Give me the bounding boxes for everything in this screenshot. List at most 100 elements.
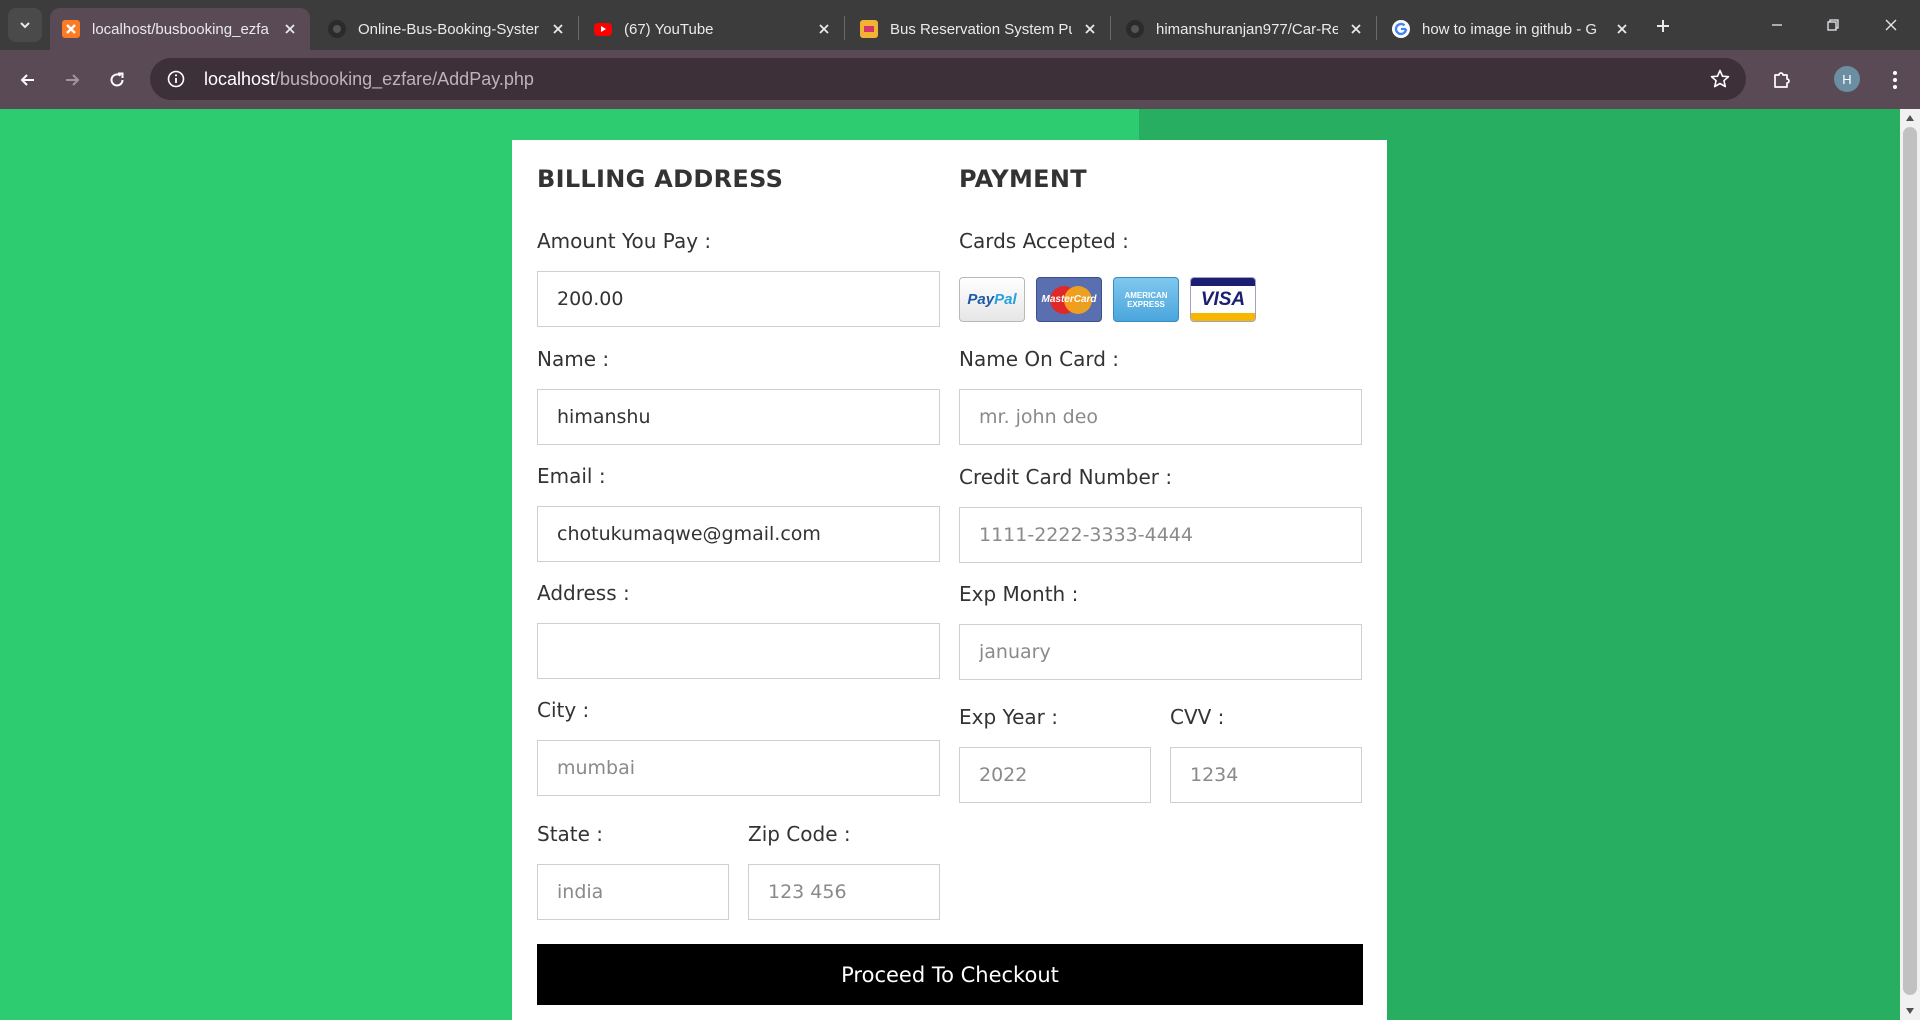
close-icon[interactable] <box>1612 19 1632 39</box>
tab-separator <box>844 16 845 40</box>
tab-search-button[interactable] <box>8 8 42 42</box>
name-label: Name : <box>537 347 610 371</box>
github-icon <box>328 20 346 38</box>
browser-tab-active[interactable]: localhost/busbooking_ezfa <box>50 8 310 50</box>
exp-year-label: Exp Year : <box>959 705 1058 729</box>
exp-month-label: Exp Month : <box>959 582 1079 606</box>
cvv-label: CVV : <box>1170 705 1225 729</box>
forward-button[interactable] <box>56 64 88 96</box>
accepted-cards: Pay Pal MasterCard AMERICAN EXPRESS VISA <box>959 277 1256 322</box>
tab-title: Bus Reservation System Pu <box>890 20 1072 38</box>
tab-separator <box>578 16 579 40</box>
name-input[interactable] <box>537 389 940 445</box>
scrollbar-thumb[interactable] <box>1903 127 1917 995</box>
close-icon[interactable] <box>1346 19 1366 39</box>
kebab-menu-icon <box>1893 71 1897 89</box>
cvv-input[interactable] <box>1170 747 1362 803</box>
url-path: /busbooking_ezfare/AddPay.php <box>275 68 534 89</box>
amex-text-1: AMERICAN <box>1124 290 1168 300</box>
profile-avatar[interactable]: H <box>1834 66 1860 92</box>
browser-tab[interactable]: (67) YouTube <box>582 8 844 50</box>
browser-toolbar: localhost/busbooking_ezfare/AddPay.php H <box>0 50 1920 109</box>
browser-tab[interactable]: Online-Bus-Booking-Syster <box>316 8 578 50</box>
page-viewport: BILLING ADDRESS Amount You Pay : Name : … <box>0 109 1920 1020</box>
tab-separator <box>1376 16 1377 40</box>
youtube-icon <box>594 22 612 36</box>
browser-tab[interactable]: himanshuranjan977/Car-Re <box>1114 8 1376 50</box>
email-input[interactable] <box>537 506 940 562</box>
paypal-text-b: Pal <box>994 291 1017 308</box>
chevron-down-icon <box>20 22 30 29</box>
email-label: Email : <box>537 464 606 488</box>
close-icon[interactable] <box>814 19 834 39</box>
restore-icon <box>1827 19 1839 31</box>
card-number-input[interactable] <box>959 507 1362 563</box>
payment-form-card: BILLING ADDRESS Amount You Pay : Name : … <box>512 140 1387 1020</box>
browser-menu-button[interactable] <box>1880 64 1910 96</box>
exp-year-input[interactable] <box>959 747 1151 803</box>
minimize-icon <box>1772 24 1782 26</box>
state-input[interactable] <box>537 864 729 920</box>
site-info-icon[interactable] <box>156 59 196 99</box>
address-input[interactable] <box>537 623 940 679</box>
name-on-card-input[interactable] <box>959 389 1362 445</box>
visa-icon: VISA <box>1190 277 1256 322</box>
address-bar[interactable]: localhost/busbooking_ezfare/AddPay.php <box>150 58 1746 100</box>
reload-icon <box>110 72 124 87</box>
amount-input[interactable] <box>537 271 940 327</box>
close-icon[interactable] <box>548 19 568 39</box>
visa-text: VISA <box>1200 288 1246 310</box>
tab-title: (67) YouTube <box>624 20 714 38</box>
browser-tab[interactable]: Bus Reservation System Pu <box>848 8 1110 50</box>
zip-input[interactable] <box>748 864 940 920</box>
tab-separator <box>1110 16 1111 40</box>
zip-label: Zip Code : <box>748 822 851 846</box>
url-host: localhost <box>204 68 276 89</box>
close-icon[interactable] <box>280 19 300 39</box>
url-text: localhost/busbooking_ezfare/AddPay.php <box>204 69 534 90</box>
plus-icon <box>1657 20 1669 32</box>
city-input[interactable] <box>537 740 940 796</box>
card-number-label: Credit Card Number : <box>959 465 1173 489</box>
address-label: Address : <box>537 581 630 605</box>
window-close-button[interactable] <box>1876 12 1906 38</box>
scroll-down-icon[interactable] <box>1906 1008 1914 1014</box>
browser-tab-strip: localhost/busbooking_ezfa Online-Bus-Boo… <box>0 0 1920 50</box>
name-on-card-label: Name On Card : <box>959 347 1120 371</box>
mastercard-text: MasterCard <box>1041 294 1097 305</box>
browser-tab[interactable]: how to image in github - G <box>1380 8 1642 50</box>
state-label: State : <box>537 822 604 846</box>
reload-button[interactable] <box>101 64 133 96</box>
tab-title: how to image in github - G <box>1422 20 1598 38</box>
close-icon <box>1885 19 1897 31</box>
close-icon[interactable] <box>1080 19 1100 39</box>
payment-heading: PAYMENT <box>959 165 1087 193</box>
tab-title: localhost/busbooking_ezfa <box>92 20 269 38</box>
bookmark-star-icon[interactable] <box>1708 67 1732 91</box>
new-tab-button[interactable] <box>1650 13 1676 39</box>
paypal-icon: Pay Pal <box>959 277 1025 322</box>
mastercard-icon: MasterCard <box>1036 277 1102 322</box>
minimize-button[interactable] <box>1762 12 1792 38</box>
city-label: City : <box>537 698 590 722</box>
project-icon <box>860 20 878 38</box>
forward-arrow-icon <box>66 74 80 86</box>
proceed-to-checkout-button[interactable]: Proceed To Checkout <box>537 944 1363 1005</box>
tab-title: himanshuranjan977/Car-Re <box>1156 20 1338 38</box>
cards-accepted-label: Cards Accepted : <box>959 229 1129 253</box>
back-button[interactable] <box>12 64 44 96</box>
scroll-up-icon[interactable] <box>1906 115 1914 121</box>
amount-label: Amount You Pay : <box>537 229 712 253</box>
amex-icon: AMERICAN EXPRESS <box>1113 277 1179 322</box>
page-scrollbar[interactable] <box>1900 109 1920 1020</box>
amex-text-2: EXPRESS <box>1127 299 1165 309</box>
puzzle-icon <box>1774 72 1790 88</box>
github-icon <box>1126 20 1144 38</box>
billing-heading: BILLING ADDRESS <box>537 165 784 193</box>
back-arrow-icon <box>20 74 34 86</box>
extensions-button[interactable] <box>1766 64 1798 96</box>
exp-month-input[interactable] <box>959 624 1362 680</box>
restore-button[interactable] <box>1818 12 1848 38</box>
google-icon <box>1392 20 1410 38</box>
paypal-text-a: Pay <box>967 291 995 308</box>
